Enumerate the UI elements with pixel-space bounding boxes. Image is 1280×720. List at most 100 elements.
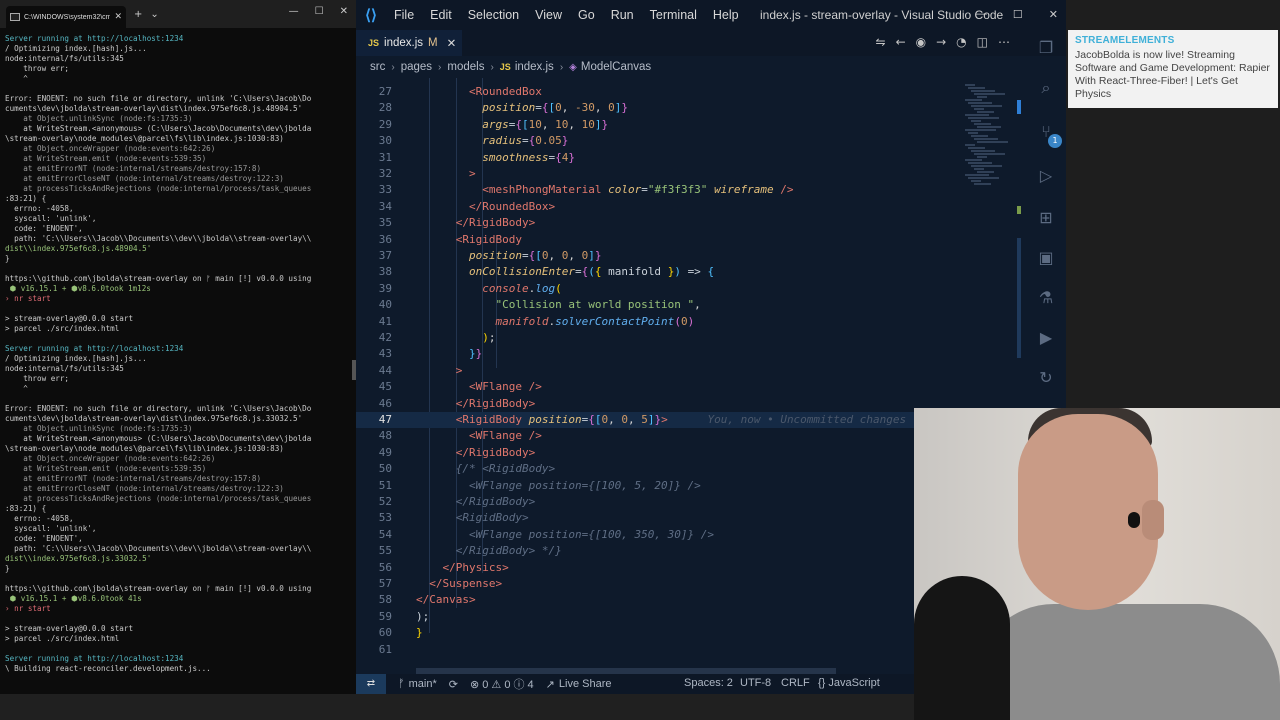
breadcrumb-models[interactable]: models (447, 61, 484, 73)
code-line[interactable]: 60} (356, 625, 956, 641)
close-tab-icon[interactable]: ✕ (114, 12, 122, 22)
line-number[interactable]: 52 (356, 494, 392, 510)
code-line[interactable]: 54 <WFlange position={[100, 350, 30]} /> (356, 527, 956, 543)
run-debug-icon[interactable]: ▷ (1034, 164, 1058, 188)
line-number[interactable]: 56 (356, 560, 392, 576)
code-line[interactable]: 32 > (356, 166, 956, 182)
chevron-down-icon[interactable]: ⌄ (150, 9, 158, 20)
code-line[interactable]: 53 <RigidBody> (356, 510, 956, 526)
line-number[interactable]: 36 (356, 232, 392, 248)
new-tab-icon[interactable]: + (134, 9, 142, 20)
code-line[interactable]: 38 onCollisionEnter={({ manifold }) => { (356, 264, 956, 280)
open-changes-icon[interactable]: ◉ (916, 35, 926, 49)
line-number[interactable]: 58 (356, 592, 392, 608)
code-line[interactable]: 39 console.log( (356, 281, 956, 297)
line-number[interactable]: 47 (356, 412, 392, 428)
git-compare-icon[interactable]: ⇋ (876, 35, 886, 49)
code-line[interactable]: 49 </RigidBody> (356, 445, 956, 461)
line-number[interactable]: 27 (356, 84, 392, 100)
breadcrumb-file[interactable]: index.js (515, 61, 554, 73)
line-number[interactable]: 32 (356, 166, 392, 182)
code-line[interactable]: 44 > (356, 363, 956, 379)
code-line[interactable]: 51 <WFlange position={[100, 5, 20]} /> (356, 478, 956, 494)
close-icon[interactable]: ✕ (340, 6, 348, 17)
menu-file[interactable]: File (386, 8, 422, 22)
code-line[interactable]: 31 smoothness={4} (356, 150, 956, 166)
line-number[interactable]: 30 (356, 133, 392, 149)
live-share-button[interactable]: Live Share (559, 678, 612, 690)
terminal-output[interactable]: Server running at http://localhost:1234/… (5, 34, 345, 684)
search-icon[interactable]: ⌕ (1034, 76, 1058, 100)
code-line[interactable]: 40 "Collision at world position ", (356, 297, 956, 313)
code-line[interactable]: 55 </RigidBody> */} (356, 543, 956, 559)
code-line[interactable]: 33 <meshPhongMaterial color="#f3f3f3" wi… (356, 182, 956, 198)
language-mode[interactable]: {} JavaScript (818, 677, 880, 689)
line-number[interactable]: 34 (356, 199, 392, 215)
next-change-icon[interactable]: → (936, 35, 946, 49)
extensions-icon[interactable]: ⊞ (1034, 206, 1058, 230)
breadcrumb-symbol[interactable]: ModelCanvas (581, 61, 651, 73)
terminal-tab[interactable]: C:\WINDOWS\system32\cmd. ✕ (6, 6, 126, 28)
github-actions-icon[interactable]: ▶ (1034, 326, 1058, 350)
menu-go[interactable]: Go (570, 8, 603, 22)
line-number[interactable]: 60 (356, 625, 392, 641)
live-share-icon[interactable]: ↻ (1034, 366, 1058, 390)
code-line[interactable]: 30 radius={0.05} (356, 133, 956, 149)
line-number[interactable]: 37 (356, 248, 392, 264)
menu-run[interactable]: Run (603, 8, 642, 22)
problems-indicator[interactable]: ⊗ 0 ⚠ 0 ⓘ 4 (470, 676, 534, 692)
code-line[interactable]: 50 {/* <RigidBody> (356, 461, 956, 477)
timeline-icon[interactable]: ◔ (956, 35, 966, 49)
remote-indicator-icon[interactable]: ⇄ (356, 674, 386, 694)
breadcrumb-pages[interactable]: pages (401, 61, 432, 73)
menu-view[interactable]: View (527, 8, 570, 22)
code-line[interactable]: 43 }} (356, 346, 956, 362)
code-line[interactable]: 34 </RoundedBox> (356, 199, 956, 215)
code-line[interactable]: 35 </RigidBody> (356, 215, 956, 231)
line-number[interactable]: 35 (356, 215, 392, 231)
code-line[interactable]: 29 args={[10, 10, 10]} (356, 117, 956, 133)
code-line[interactable]: 61 (356, 642, 956, 658)
encoding[interactable]: UTF-8 (740, 677, 771, 689)
indentation[interactable]: Spaces: 2 (684, 677, 733, 689)
line-number[interactable]: 28 (356, 100, 392, 116)
git-branch[interactable]: main* (409, 678, 437, 690)
code-line[interactable]: 58 </Canvas> (356, 592, 956, 608)
line-endings[interactable]: CRLF (781, 677, 810, 689)
minimize-icon[interactable]: — (289, 6, 299, 17)
line-number[interactable]: 48 (356, 428, 392, 444)
code-line[interactable]: 59); (356, 609, 956, 625)
code-line[interactable]: 37 position={[0, 0, 0]} (356, 248, 956, 264)
more-actions-icon[interactable]: ⋯ (998, 35, 1010, 49)
line-number[interactable]: 49 (356, 445, 392, 461)
line-number[interactable]: 42 (356, 330, 392, 346)
code-line[interactable]: 36 <RigidBody (356, 232, 956, 248)
split-editor-icon[interactable]: ◫ (977, 35, 988, 49)
testing-icon[interactable]: ⚗ (1034, 286, 1058, 310)
code-line[interactable]: 48 <WFlange /> (356, 428, 956, 444)
terminal-window[interactable]: C:\WINDOWS\system32\cmd. ✕ + ⌄ — ☐ ✕ Ser… (0, 0, 356, 694)
line-number[interactable]: 50 (356, 461, 392, 477)
line-number[interactable]: 59 (356, 609, 392, 625)
line-number[interactable]: 43 (356, 346, 392, 362)
code-line[interactable]: 41 manifold.solverContactPoint(0) (356, 314, 956, 330)
code-line[interactable]: 28 position={[0, -30, 0]} (356, 100, 956, 116)
line-number[interactable]: 53 (356, 510, 392, 526)
line-number[interactable]: 29 (356, 117, 392, 133)
maximize-icon[interactable]: ☐ (1013, 8, 1023, 21)
line-number[interactable]: 40 (356, 297, 392, 313)
line-number[interactable]: 31 (356, 150, 392, 166)
menu-terminal[interactable]: Terminal (642, 8, 705, 22)
explorer-icon[interactable]: ❐ (1034, 36, 1058, 60)
line-number[interactable]: 33 (356, 182, 392, 198)
menu-selection[interactable]: Selection (460, 8, 527, 22)
tab-index-js[interactable]: JS index.js M ✕ (356, 30, 462, 56)
code-line[interactable]: 45 <WFlange /> (356, 379, 956, 395)
code-line[interactable]: 27 <RoundedBox (356, 84, 956, 100)
code-line[interactable]: 57 </Suspense> (356, 576, 956, 592)
line-number[interactable]: 41 (356, 314, 392, 330)
code-editor[interactable]: 27 <RoundedBox 28 position={[0, -30, 0]} 2… (356, 78, 966, 666)
close-icon[interactable]: ✕ (1049, 8, 1058, 21)
line-number[interactable]: 55 (356, 543, 392, 559)
menu-edit[interactable]: Edit (422, 8, 460, 22)
